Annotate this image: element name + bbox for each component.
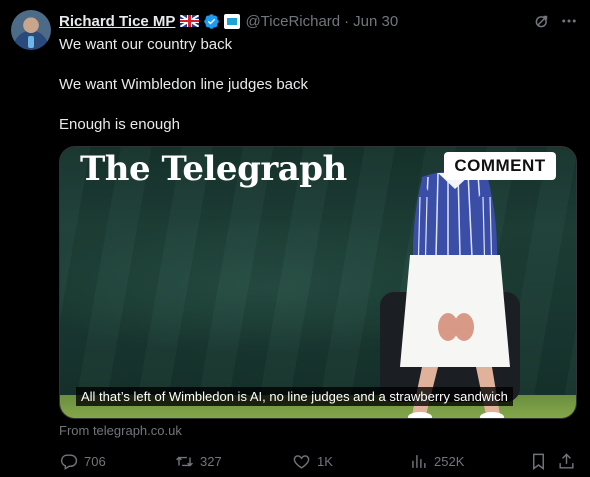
author-handle[interactable]: @TiceRichard — [245, 13, 340, 30]
author-name[interactable]: Richard Tice MP — [59, 13, 175, 30]
more-icon[interactable] — [560, 12, 578, 30]
uk-flag-icon — [180, 15, 200, 27]
views-icon — [412, 454, 426, 468]
telegraph-masthead: The Telegraph — [80, 149, 347, 189]
share-button[interactable] — [557, 450, 576, 472]
repost-count: 327 — [200, 453, 222, 469]
timestamp[interactable]: Jun 30 — [353, 13, 398, 30]
bookmark-button[interactable] — [529, 450, 548, 472]
like-button[interactable]: 1K — [292, 450, 333, 472]
verified-badge-icon[interactable] — [203, 13, 220, 30]
views-button[interactable]: 252K — [409, 450, 464, 472]
reply-icon — [60, 453, 78, 470]
tweet-line: We want Wimbledon line judges back — [59, 76, 309, 93]
tweet-line: We want our country back — [59, 36, 233, 53]
tweet-line: Enough is enough — [59, 116, 180, 133]
separator: · — [344, 12, 350, 30]
link-card[interactable]: The Telegraph COMMENT All that’s left of… — [59, 146, 577, 419]
tweet-header: Richard Tice MP @TiceRichard · Jun 30 — [59, 11, 398, 31]
grok-icon[interactable] — [533, 12, 551, 30]
line-judge-image — [380, 170, 520, 418]
tweet-text: We want our country back We want Wimbled… — [59, 35, 569, 155]
bookmark-icon — [533, 453, 544, 470]
repost-button[interactable]: 327 — [175, 450, 222, 472]
reply-button[interactable]: 706 — [59, 450, 106, 472]
views-count: 252K — [434, 453, 465, 469]
action-bar: 706 327 1K 252K — [59, 450, 579, 472]
comment-badge: COMMENT — [444, 152, 556, 180]
repost-icon — [176, 456, 193, 466]
heart-icon — [293, 454, 310, 469]
reply-count: 706 — [84, 453, 106, 469]
share-icon — [559, 452, 574, 469]
affiliate-badge-icon[interactable] — [224, 13, 241, 29]
card-caption: All that’s left of Wimbledon is AI, no l… — [76, 387, 513, 406]
tweet[interactable]: Richard Tice MP @TiceRichard · Jun 30 We… — [0, 0, 590, 477]
card-source[interactable]: From telegraph.co.uk — [59, 423, 182, 438]
avatar[interactable] — [11, 10, 51, 50]
like-count: 1K — [317, 453, 333, 469]
